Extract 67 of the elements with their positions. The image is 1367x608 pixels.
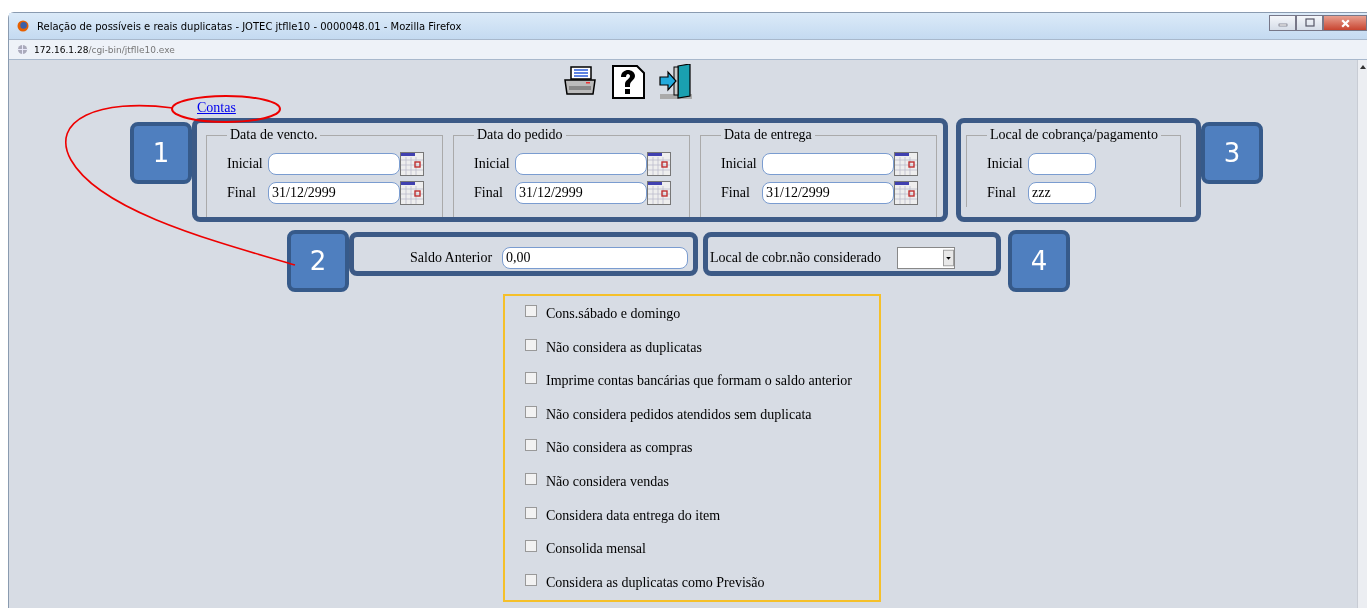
field-label: Inicial xyxy=(474,155,511,172)
option-label: Não considera pedidos atendidos sem duplicata xyxy=(546,406,812,423)
field-label: Inicial xyxy=(227,155,264,172)
calendar-icon[interactable] xyxy=(894,180,918,205)
address-bar[interactable]: 172.16.1.28/cgi-bin/jtflle10.exe xyxy=(34,44,175,55)
close-button[interactable] xyxy=(1323,15,1367,31)
date-field[interactable]: 31/12/2999 xyxy=(762,181,894,204)
location-field[interactable] xyxy=(1028,152,1096,175)
checkbox[interactable] xyxy=(525,472,537,485)
scrollbar[interactable] xyxy=(1357,60,1367,608)
location-dropdown[interactable] xyxy=(897,247,956,269)
field-label: Final xyxy=(987,184,1017,201)
checkbox[interactable] xyxy=(525,506,537,519)
calendar-icon[interactable] xyxy=(400,180,424,205)
calendar-icon[interactable] xyxy=(647,180,671,205)
option-label: Não considera as compras xyxy=(546,440,693,457)
field-label: Final xyxy=(227,184,257,201)
date-field[interactable] xyxy=(268,152,400,175)
minimize-button[interactable] xyxy=(1269,15,1296,31)
field-label: Final xyxy=(474,184,504,201)
browser-logo-icon xyxy=(17,20,29,32)
field-label: Final xyxy=(721,184,751,201)
contas-link[interactable]: Contas xyxy=(197,100,236,115)
field-label: Local de cobr.não considerado xyxy=(710,250,882,266)
calendar-icon[interactable] xyxy=(647,151,671,176)
checkbox[interactable] xyxy=(525,573,537,586)
checkbox[interactable] xyxy=(525,372,537,385)
callout-badge: 1 xyxy=(130,122,192,184)
field-label: Inicial xyxy=(987,155,1024,172)
exit-door-icon[interactable] xyxy=(658,64,694,100)
checkbox[interactable] xyxy=(525,439,537,452)
calendar-icon[interactable] xyxy=(894,151,918,176)
field-label: Saldo Anterior xyxy=(410,250,493,266)
field-label: Inicial xyxy=(721,155,758,172)
checkbox[interactable] xyxy=(525,405,537,418)
option-label: Considera data entrega do item xyxy=(546,507,721,524)
callout-badge: 4 xyxy=(1008,230,1070,292)
checkbox[interactable] xyxy=(525,305,537,317)
option-label: Considera as duplicatas como Previsão xyxy=(546,574,765,591)
close-icon xyxy=(1339,17,1351,29)
option-label: Cons.sábado e domingo xyxy=(546,306,681,322)
calendar-icon[interactable] xyxy=(400,151,424,176)
date-field[interactable] xyxy=(762,152,894,175)
checkbox[interactable] xyxy=(525,540,537,553)
group-legend: Data do pedido xyxy=(474,127,566,143)
maximize-icon xyxy=(1304,18,1315,28)
callout-badge: 3 xyxy=(1201,122,1263,184)
group-legend: Data de vencto. xyxy=(227,127,321,143)
scroll-up-arrow-icon[interactable] xyxy=(1358,63,1367,71)
date-field[interactable] xyxy=(515,152,647,175)
option-label: Não considera vendas xyxy=(546,473,669,490)
callout-badge: 2 xyxy=(287,230,349,292)
balance-field[interactable]: 0,00 xyxy=(502,247,689,269)
maximize-button[interactable] xyxy=(1296,15,1323,31)
globe-icon xyxy=(17,44,28,55)
option-label: Consolida mensal xyxy=(546,541,646,558)
option-label: Não considera as duplicatas xyxy=(546,339,702,356)
option-label: Imprime contas bancárias que formam o saldo anterior xyxy=(546,373,852,390)
date-field[interactable]: 31/12/2999 xyxy=(268,181,400,204)
date-field[interactable]: 31/12/2999 xyxy=(515,181,647,204)
group-legend: Local de cobrança/pagamento xyxy=(987,127,1161,143)
location-field[interactable]: zzz xyxy=(1028,181,1096,204)
window-title: Relação de possíveis e reais duplicatas - JOTEC jtflle10 - 0000048.01 - Mozilla Firefox xyxy=(37,20,462,32)
checkbox[interactable] xyxy=(525,338,537,351)
group-legend: Data de entrega xyxy=(721,127,815,143)
help-icon[interactable] xyxy=(610,64,646,100)
caret-icon xyxy=(943,249,955,267)
